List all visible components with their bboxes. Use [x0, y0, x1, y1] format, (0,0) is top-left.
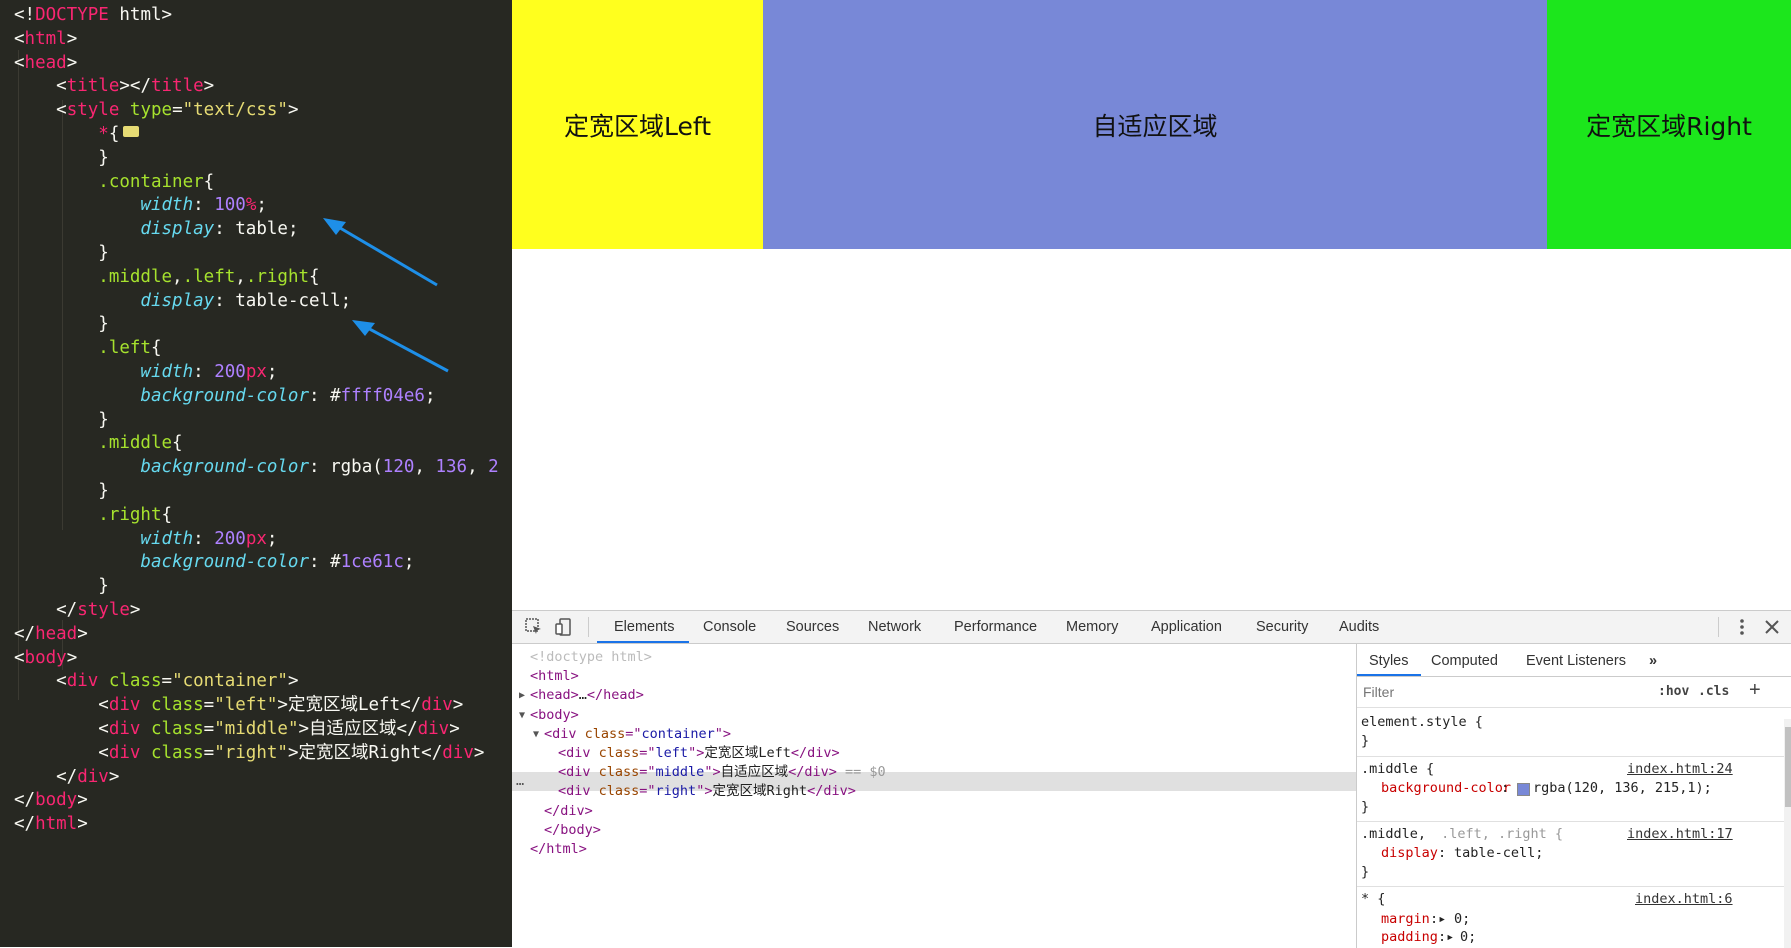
code-editor[interactable]: <!DOCTYPE html> <html> <head> <title></tit… — [0, 0, 512, 947]
dom-node[interactable]: ▼ <div class="container"> — [533, 725, 731, 744]
code-line[interactable]: </head> — [14, 623, 499, 647]
element-style-selector[interactable]: element.style { — [1361, 713, 1483, 732]
expand-triangle-icon: :▸ — [1430, 911, 1447, 927]
css-property[interactable]: padding — [1381, 928, 1438, 947]
tab-audits[interactable]: Audits — [1339, 619, 1379, 635]
tab-styles[interactable]: Styles — [1369, 653, 1409, 669]
filter-input[interactable] — [1361, 681, 1605, 703]
dom-node[interactable]: <div class="right">定宽区域Right</div> — [558, 782, 856, 801]
more-tabs-icon[interactable]: » — [1649, 653, 1657, 669]
css-property[interactable]: display — [1381, 844, 1438, 863]
code-line[interactable]: </div> — [14, 766, 499, 790]
colon: : — [1501, 780, 1510, 796]
code-line[interactable]: <div class="left">定宽区域Left</div> — [14, 694, 499, 718]
rule-close-brace: } — [1361, 864, 1370, 880]
dom-node[interactable]: </body> — [544, 821, 601, 840]
filter-bar: :hov .cls + — [1357, 677, 1791, 708]
rule-selector-unmatched[interactable]: .left, .right { — [1433, 825, 1563, 844]
hover-toggle[interactable]: :hov — [1658, 684, 1689, 699]
collapse-triangle-icon[interactable]: ▼ — [533, 725, 539, 744]
rule-source-link[interactable]: index.html:24 — [1627, 760, 1733, 779]
code-line[interactable]: <div class="right">定宽区域Right</div> — [14, 742, 499, 766]
tab-console[interactable]: Console — [703, 619, 756, 635]
dom-node[interactable]: </html> — [530, 840, 587, 859]
color-swatch[interactable] — [1517, 783, 1530, 796]
code-line[interactable]: } — [14, 480, 499, 504]
code-line[interactable]: </style> — [14, 599, 499, 623]
code-line[interactable]: } — [14, 409, 499, 433]
rule-source-link[interactable]: index.html:17 — [1627, 825, 1733, 844]
code-line[interactable]: <div class="middle">自适应区域</div> — [14, 718, 499, 742]
devtools-tabbar: Elements Console Sources Network Perform… — [512, 611, 1791, 644]
node-ellipsis-icon[interactable]: … — [516, 772, 524, 791]
colon: : — [1438, 845, 1447, 861]
css-value[interactable]: 0; — [1460, 928, 1476, 947]
left-cell: 定宽区域Left — [512, 0, 763, 249]
expand-triangle-icon: :▸ — [1438, 929, 1455, 945]
rule-selector[interactable]: .middle { — [1361, 760, 1434, 779]
code-line[interactable]: width: 200px; — [14, 528, 499, 552]
tab-sources[interactable]: Sources — [786, 619, 839, 635]
code-line[interactable]: </body> — [14, 789, 499, 813]
code-line[interactable]: </html> — [14, 813, 499, 837]
add-rule-icon[interactable]: + — [1749, 679, 1761, 702]
more-options-icon[interactable] — [1732, 617, 1752, 637]
css-value[interactable]: rgba(120, 136, 215,1); — [1533, 779, 1712, 798]
rule-selector[interactable]: .middle, — [1361, 825, 1426, 844]
rule-source-link[interactable]: index.html:6 — [1635, 890, 1733, 909]
scrollbar[interactable] — [1784, 719, 1791, 948]
collapse-triangle-icon[interactable]: ▼ — [519, 706, 525, 725]
code-line[interactable]: } — [14, 575, 499, 599]
inspect-element-icon[interactable] — [524, 617, 544, 637]
css-value[interactable]: 0; — [1454, 910, 1470, 929]
devtools-panel: Elements Console Sources Network Perform… — [512, 610, 1791, 948]
rule-selector[interactable]: * { — [1361, 890, 1385, 909]
active-tab-indicator — [1357, 674, 1421, 676]
tab-elements[interactable]: Elements — [614, 619, 674, 635]
elements-tree[interactable]: … <!doctype html> <html> ▶ <head>…</head> ▼ <… — [512, 644, 1356, 948]
right-cell: 定宽区域Right — [1547, 0, 1791, 249]
dom-node[interactable]: ▶ <head>…</head> — [519, 686, 644, 705]
dom-node[interactable]: ▼ <body> — [519, 706, 579, 725]
tab-memory[interactable]: Memory — [1066, 619, 1118, 635]
container-table: 定宽区域Left 自适应区域 定宽区域Right — [512, 0, 1791, 249]
active-tab-indicator — [597, 641, 689, 643]
rule-close-brace: } — [1361, 799, 1370, 815]
class-toggle[interactable]: .cls — [1698, 684, 1729, 699]
tab-security[interactable]: Security — [1256, 619, 1308, 635]
code-line[interactable]: .right{ — [14, 504, 499, 528]
dom-node[interactable]: <div class="middle">自适应区域</div> == $0 — [558, 763, 886, 782]
css-property[interactable]: margin — [1381, 910, 1430, 929]
styles-tabbar: Styles Computed Event Listeners » — [1357, 644, 1791, 677]
tab-network[interactable]: Network — [868, 619, 921, 635]
dom-node[interactable]: <div class="left">定宽区域Left</div> — [558, 744, 840, 763]
code-line[interactable]: <div class="container"> — [14, 670, 499, 694]
css-property[interactable]: background-color — [1381, 779, 1511, 798]
code-line[interactable]: <body> — [14, 647, 499, 671]
middle-cell: 自适应区域 — [763, 0, 1547, 249]
code-line[interactable]: .middle{ — [14, 432, 499, 456]
browser-viewport: 定宽区域Left 自适应区域 定宽区域Right — [512, 0, 1791, 610]
arrow-annotation — [323, 218, 449, 373]
code-line[interactable]: background-color: #1ce61c; — [14, 551, 499, 575]
tab-computed[interactable]: Computed — [1431, 653, 1498, 669]
device-toolbar-icon[interactable] — [554, 617, 574, 637]
dom-node[interactable]: <!doctype html> — [530, 648, 652, 667]
close-icon[interactable] — [1762, 617, 1782, 637]
dom-node[interactable]: </div> — [544, 802, 593, 821]
tab-event-listeners[interactable]: Event Listeners — [1526, 653, 1626, 669]
styles-pane: Styles Computed Event Listeners » :hov .… — [1356, 644, 1791, 948]
tab-application[interactable]: Application — [1151, 619, 1222, 635]
rule-close-brace: } — [1361, 733, 1370, 749]
code-line[interactable]: background-color: rgba(120, 136, 2 — [14, 456, 498, 480]
css-value[interactable]: table-cell; — [1454, 844, 1543, 863]
expand-triangle-icon[interactable]: ▶ — [519, 686, 525, 705]
tab-performance[interactable]: Performance — [954, 619, 1037, 635]
dom-node[interactable]: <html> — [530, 667, 579, 686]
